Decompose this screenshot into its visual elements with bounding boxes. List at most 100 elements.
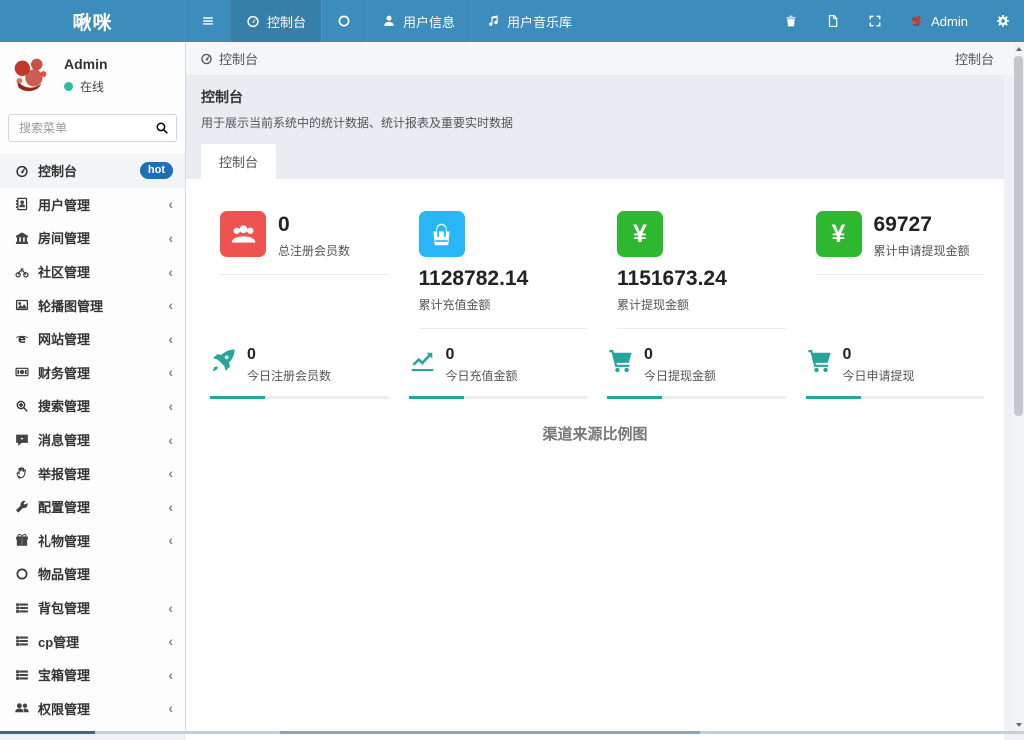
gauge-icon	[246, 14, 260, 28]
stat-card: 0 总注册会员数	[206, 199, 389, 329]
progress-bar	[806, 396, 985, 399]
stat-label: 累计提现金额	[617, 296, 786, 313]
nav-item-sidebar-toggle[interactable]	[185, 0, 230, 42]
stat-value: 0	[278, 213, 350, 236]
sidebar-item-背包管理[interactable]: 背包管理‹	[0, 591, 185, 625]
sidebar-item-cp管理[interactable]: cp管理‹	[0, 624, 185, 658]
cart-icon	[806, 347, 833, 374]
circle-o-icon	[337, 14, 351, 28]
money-icon	[15, 365, 29, 379]
sidebar-item-网站管理[interactable]: e网站管理‹	[0, 322, 185, 356]
stat-label: 总注册会员数	[278, 242, 350, 259]
sidebar-menu: 控制台hot用户管理‹房间管理‹社区管理‹轮播图管理‹e网站管理‹财务管理‹搜索…	[0, 154, 185, 731]
sidebar-item-配置管理[interactable]: 配置管理‹	[0, 490, 185, 524]
stat-card: ¥1151673.24累计提现金额	[603, 199, 786, 329]
chevron-left-icon: ‹	[168, 634, 173, 648]
stat-card: ¥69727累计申请提现金额	[802, 199, 985, 329]
sidebar-item-label: cp管理	[38, 632, 168, 651]
search-input[interactable]	[8, 114, 177, 142]
breadcrumb[interactable]: 控制台	[200, 49, 258, 68]
motorcycle-icon	[15, 265, 29, 279]
chart-title: 渠道来源比例图	[206, 423, 984, 444]
vertical-scrollbar[interactable]	[1013, 42, 1024, 731]
cart-icon	[607, 347, 634, 374]
scrollbar-thumb[interactable]	[1014, 56, 1023, 416]
list-icon	[15, 634, 29, 648]
today-stat-label: 今日注册会员数	[247, 367, 331, 384]
nav-item-user-menu[interactable]: Admin	[896, 0, 982, 42]
brand-logo[interactable]: 啾咪	[0, 0, 185, 42]
sidebar: Admin 在线 控制台hot用户管理‹房间管理‹社区管理‹轮播图管理‹e网站管…	[0, 42, 186, 731]
gauge-icon	[200, 52, 213, 65]
sidebar-item-消息管理[interactable]: 消息管理‹	[0, 423, 185, 457]
nav-item-label: 控制台	[267, 12, 306, 31]
nav-item-user-music-library[interactable]: 用户音乐库	[470, 0, 587, 42]
bank-icon	[15, 231, 29, 245]
tab-console[interactable]: 控制台	[201, 144, 276, 179]
breadcrumb-bar: 控制台 控制台	[186, 42, 1024, 75]
sidebar-item-label: 配置管理	[38, 497, 168, 516]
menu-icon	[201, 14, 215, 28]
chevron-left-icon: ‹	[168, 399, 173, 413]
navbar-menu: 控制台 用户信息 用户音乐库	[185, 0, 587, 42]
nav-item-label: 用户信息	[403, 12, 455, 31]
search-icon[interactable]	[155, 121, 169, 135]
scroll-down-button[interactable]	[1013, 718, 1024, 731]
scroll-up-button[interactable]	[1013, 42, 1024, 55]
nav-item-console[interactable]: 控制台	[230, 0, 321, 42]
address-book-icon	[15, 197, 29, 211]
nav-item-circle-link[interactable]	[321, 0, 366, 42]
sidebar-item-搜索管理[interactable]: 搜索管理‹	[0, 389, 185, 423]
expand-icon	[868, 14, 882, 28]
stat-card: 1128782.14累计充值金额	[405, 199, 588, 329]
breadcrumb-right-label: 控制台	[955, 49, 994, 68]
nav-item-cache-file[interactable]	[812, 0, 854, 42]
sidebar-item-社区管理[interactable]: 社区管理‹	[0, 255, 185, 289]
browser-e-icon: e	[15, 332, 29, 346]
sidebar-item-label: 背包管理	[38, 598, 168, 617]
sidebar-item-房间管理[interactable]: 房间管理‹	[0, 221, 185, 255]
chevron-left-icon: ‹	[168, 500, 173, 514]
trash-icon	[784, 14, 798, 28]
today-stat-value: 0	[446, 347, 518, 363]
sidebar-item-label: 用户管理	[38, 195, 168, 214]
sidebar-item-财务管理[interactable]: 财务管理‹	[0, 356, 185, 390]
stat-value: 1128782.14	[419, 267, 588, 290]
sidebar-item-物品管理[interactable]: 物品管理	[0, 557, 185, 591]
progress-bar	[607, 396, 786, 399]
rocket-icon	[210, 347, 237, 374]
sidebar-item-宝箱管理[interactable]: 宝箱管理‹	[0, 658, 185, 692]
sidebar-item-举报管理[interactable]: 举报管理‹	[0, 456, 185, 490]
user-status[interactable]: 在线	[64, 78, 108, 95]
breadcrumb-label: 控制台	[219, 49, 258, 68]
nav-item-label: 用户音乐库	[507, 12, 572, 31]
today-stat-value: 0	[644, 347, 716, 363]
sidebar-user-panel: Admin 在线	[0, 42, 185, 104]
nav-username: Admin	[931, 14, 968, 29]
today-stat-label: 今日提现金额	[644, 367, 716, 384]
avatar[interactable]	[8, 52, 54, 98]
user-name: Admin	[64, 56, 108, 72]
nav-item-settings[interactable]	[982, 0, 1024, 42]
sidebar-item-label: 搜索管理	[38, 396, 168, 415]
sidebar-item-轮播图管理[interactable]: 轮播图管理‹	[0, 288, 185, 322]
chevron-left-icon: ‹	[168, 231, 173, 245]
online-dot-icon	[64, 82, 73, 91]
image-icon	[15, 298, 29, 312]
sidebar-item-礼物管理[interactable]: 礼物管理‹	[0, 524, 185, 558]
chevron-left-icon: ‹	[168, 365, 173, 379]
tab-bar: 控制台	[201, 144, 989, 179]
sidebar-item-用户管理[interactable]: 用户管理‹	[0, 188, 185, 222]
page-header-panel: 控制台 用于展示当前系统中的统计数据、统计报表及重要实时数据 控制台	[186, 75, 1004, 179]
stats-row: 0 总注册会员数 1128782.14累计充值金额¥1151673.24累计提现金额…	[206, 199, 984, 329]
sidebar-item-控制台[interactable]: 控制台hot	[0, 154, 185, 188]
gift-icon	[15, 533, 29, 547]
sidebar-item-label: 财务管理	[38, 363, 168, 382]
search-plus-icon	[15, 399, 29, 413]
nav-item-trash[interactable]	[770, 0, 812, 42]
nav-item-fullscreen[interactable]	[854, 0, 896, 42]
today-stat-value: 0	[843, 347, 915, 363]
sidebar-item-权限管理[interactable]: 权限管理‹	[0, 692, 185, 726]
divider	[220, 274, 389, 275]
nav-item-user-info[interactable]: 用户信息	[366, 0, 470, 42]
